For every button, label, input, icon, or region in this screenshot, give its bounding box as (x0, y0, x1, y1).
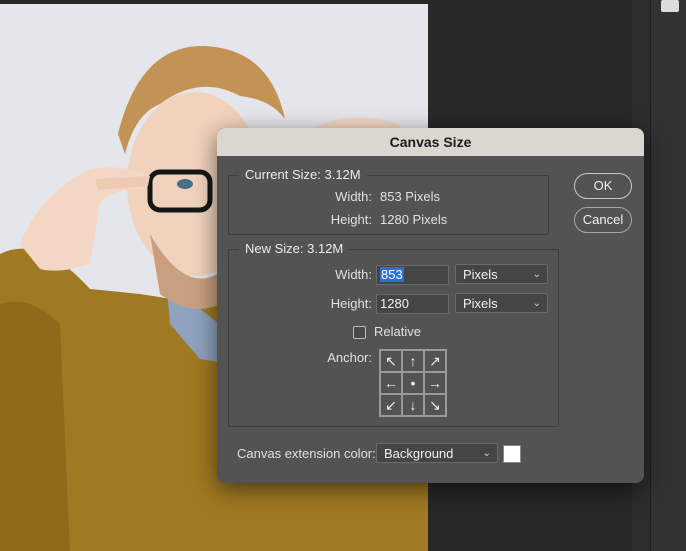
new-height-input[interactable]: 1280 (376, 294, 449, 314)
relative-label[interactable]: Relative (374, 324, 421, 340)
new-width-input[interactable]: 853 (376, 265, 449, 285)
anchor-top-right[interactable]: ↗ (424, 350, 446, 372)
arrow-left-icon: ← (384, 375, 398, 391)
extension-color-label: Canvas extension color: (237, 446, 376, 461)
arrow-down-left-icon: ↙ (385, 396, 397, 413)
new-height-value: 1280 (380, 296, 409, 311)
anchor-top-left[interactable]: ↖ (380, 350, 402, 372)
current-width-label: Width: (335, 189, 372, 204)
anchor-label: Anchor: (327, 350, 372, 365)
chevron-down-icon: ⌄ (482, 448, 491, 459)
relative-checkbox[interactable] (353, 326, 366, 339)
anchor-middle-right[interactable]: → (424, 372, 446, 394)
new-width-unit-value: Pixels (463, 267, 498, 282)
current-width-value: 853 Pixels (380, 189, 440, 204)
new-height-label: Height: (330, 296, 372, 311)
current-height-label: Height: (330, 212, 372, 227)
anchor-middle-left[interactable]: ← (380, 372, 402, 394)
anchor-center[interactable]: • (402, 372, 424, 394)
arrow-down-icon: ↓ (409, 397, 417, 413)
anchor-grid: ↖ ↑ ↗ ← • → ↙ ↓ ↘ (379, 349, 447, 417)
arrow-right-icon: → (428, 375, 442, 391)
chevron-down-icon: ⌄ (532, 269, 541, 280)
right-panel (650, 0, 686, 551)
new-height-unit-select[interactable]: Pixels ⌄ (455, 293, 548, 313)
canvas-size-dialog: Canvas Size Current Size: 3.12M Width: 8… (217, 128, 644, 483)
arrow-up-icon: ↑ (409, 353, 417, 369)
new-width-unit-select[interactable]: Pixels ⌄ (455, 264, 548, 284)
anchor-bottom-center[interactable]: ↓ (402, 394, 424, 416)
chevron-down-icon: ⌄ (532, 298, 541, 309)
ok-button[interactable]: OK (574, 173, 632, 199)
anchor-bottom-right[interactable]: ↘ (424, 394, 446, 416)
extension-color-swatch[interactable] (503, 445, 521, 463)
arrow-down-right-icon: ↘ (429, 396, 441, 413)
new-height-unit-value: Pixels (463, 296, 498, 311)
comment-icon[interactable] (661, 0, 679, 12)
anchor-dot-icon: • (410, 375, 416, 391)
new-width-value: 853 (380, 267, 404, 282)
new-size-legend: New Size: 3.12M (239, 241, 350, 257)
extension-color-value: Background (384, 446, 454, 461)
extension-color-select[interactable]: Background ⌄ (376, 443, 498, 463)
cancel-button[interactable]: Cancel (574, 207, 632, 233)
anchor-bottom-left[interactable]: ↙ (380, 394, 402, 416)
new-width-label: Width: (335, 267, 372, 282)
dialog-title: Canvas Size (217, 128, 644, 156)
arrow-up-left-icon: ↖ (385, 352, 397, 369)
anchor-top-center[interactable]: ↑ (402, 350, 424, 372)
current-size-legend: Current Size: 3.12M (239, 167, 367, 183)
current-height-value: 1280 Pixels (380, 212, 448, 227)
arrow-up-right-icon: ↗ (429, 352, 441, 369)
